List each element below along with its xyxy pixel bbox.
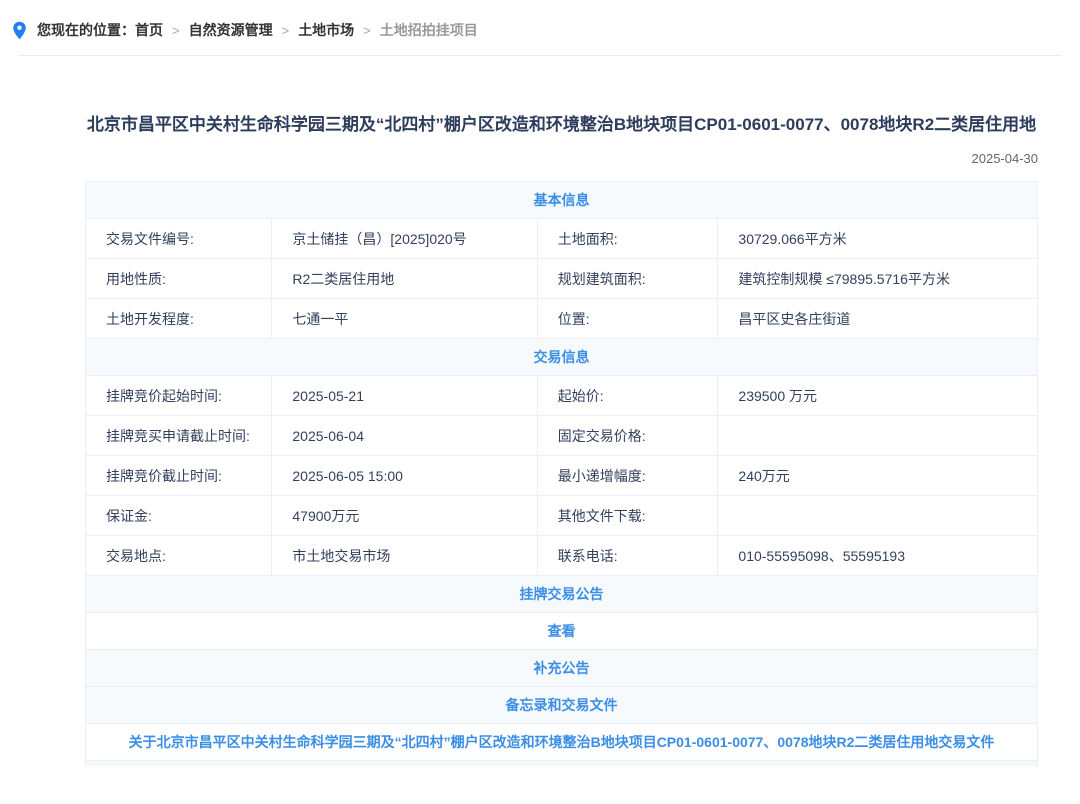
section-header-label: 交易信息 xyxy=(534,347,590,367)
publish-date: 2025-04-30 xyxy=(85,151,1038,166)
section-header-basic-info: 基本信息 xyxy=(86,182,1037,219)
breadcrumb-separator: > xyxy=(172,23,180,38)
article-content: 北京市昌平区中关村生命科学园三期及“北四村”棚户区改造和环境整治B地块项目CP0… xyxy=(85,111,1038,767)
transaction-document-row: 关于北京市昌平区中关村生命科学园三期及“北四村”棚户区改造和环境整治B地块项目C… xyxy=(86,724,1037,761)
field-label: 固定交易价格: xyxy=(538,416,719,455)
breadcrumb-prefix: 您现在的位置： xyxy=(37,20,135,40)
land-info-table: 基本信息 交易文件编号: 京土储挂（昌）[2025]020号 土地面积: 307… xyxy=(85,181,1038,767)
field-value xyxy=(718,496,1037,535)
field-label: 起始价: xyxy=(538,376,719,415)
field-label: 用地性质: xyxy=(86,259,272,298)
table-row: 土地开发程度: 七通一平 位置: 昌平区史各庄街道 xyxy=(86,299,1037,339)
location-pin-icon xyxy=(12,21,27,40)
field-label: 挂牌竞价起始时间: xyxy=(86,376,272,415)
header-divider xyxy=(18,55,1062,56)
field-value: 2025-06-04 xyxy=(272,416,537,455)
field-value: 30729.066平方米 xyxy=(718,219,1037,258)
breadcrumb-separator: > xyxy=(282,23,290,38)
section-header-label: 补充公告 xyxy=(534,658,590,678)
breadcrumb: 您现在的位置： 首页 > 自然资源管理 > 土地市场 > 土地招拍挂项目 xyxy=(0,0,1080,55)
field-value: 240万元 xyxy=(718,456,1037,495)
field-label: 位置: xyxy=(538,299,719,338)
breadcrumb-item-natural-resources[interactable]: 自然资源管理 xyxy=(189,20,273,40)
field-label: 联系电话: xyxy=(538,536,719,575)
table-row: 挂牌竞价截止时间: 2025-06-05 15:00 最小递增幅度: 240万元 xyxy=(86,456,1037,496)
page-title: 北京市昌平区中关村生命科学园三期及“北四村”棚户区改造和环境整治B地块项目CP0… xyxy=(85,111,1038,138)
field-value: 47900万元 xyxy=(272,496,537,535)
table-row: 挂牌竞买申请截止时间: 2025-06-04 固定交易价格: xyxy=(86,416,1037,456)
section-header-listing-announcement: 挂牌交易公告 xyxy=(86,576,1037,613)
field-label: 保证金: xyxy=(86,496,272,535)
field-value: 2025-06-05 15:00 xyxy=(272,456,537,495)
field-value: 010-55595098、55595193 xyxy=(718,536,1037,575)
field-value: 昌平区史各庄街道 xyxy=(718,299,1037,338)
field-label: 挂牌竞买申请截止时间: xyxy=(86,416,272,455)
field-value: 七通一平 xyxy=(272,299,537,338)
transaction-document-link[interactable]: 关于北京市昌平区中关村生命科学园三期及“北四村”棚户区改造和环境整治B地块项目C… xyxy=(129,732,995,752)
breadcrumb-item-home[interactable]: 首页 xyxy=(135,20,163,40)
breadcrumb-item-current: 土地招拍挂项目 xyxy=(380,20,478,40)
section-header-memo-and-documents: 备忘录和交易文件 xyxy=(86,687,1037,724)
field-value: 2025-05-21 xyxy=(272,376,537,415)
field-label: 交易地点: xyxy=(86,536,272,575)
field-value xyxy=(718,416,1037,455)
table-row: 交易地点: 市土地交易市场 联系电话: 010-55595098、5559519… xyxy=(86,536,1037,576)
section-header-transaction-info: 交易信息 xyxy=(86,339,1037,376)
field-value: R2二类居住用地 xyxy=(272,259,537,298)
table-row: 交易文件编号: 京土储挂（昌）[2025]020号 土地面积: 30729.06… xyxy=(86,219,1037,259)
field-label: 土地开发程度: xyxy=(86,299,272,338)
section-header-supplementary-announcement: 补充公告 xyxy=(86,650,1037,687)
breadcrumb-separator: > xyxy=(363,23,371,38)
view-announcement-row: 查看 xyxy=(86,613,1037,650)
field-label: 其他文件下载: xyxy=(538,496,719,535)
field-label: 最小递增幅度: xyxy=(538,456,719,495)
table-row: 用地性质: R2二类居住用地 规划建筑面积: 建筑控制规模 ≤79895.571… xyxy=(86,259,1037,299)
section-header-label: 基本信息 xyxy=(534,190,590,210)
field-label: 土地面积: xyxy=(538,219,719,258)
section-header-label: 备忘录和交易文件 xyxy=(506,695,618,715)
field-label: 交易文件编号: xyxy=(86,219,272,258)
field-value: 市土地交易市场 xyxy=(272,536,537,575)
field-label: 挂牌竞价截止时间: xyxy=(86,456,272,495)
table-row: 保证金: 47900万元 其他文件下载: xyxy=(86,496,1037,536)
next-section-partial-row xyxy=(86,761,1037,767)
table-row: 挂牌竞价起始时间: 2025-05-21 起始价: 239500 万元 xyxy=(86,376,1037,416)
breadcrumb-item-land-market[interactable]: 土地市场 xyxy=(298,20,354,40)
field-value: 京土储挂（昌）[2025]020号 xyxy=(272,219,537,258)
section-header-label: 挂牌交易公告 xyxy=(520,584,604,604)
field-value: 239500 万元 xyxy=(718,376,1037,415)
view-link[interactable]: 查看 xyxy=(548,621,576,641)
field-label: 规划建筑面积: xyxy=(538,259,719,298)
field-value: 建筑控制规模 ≤79895.5716平方米 xyxy=(718,259,1037,298)
